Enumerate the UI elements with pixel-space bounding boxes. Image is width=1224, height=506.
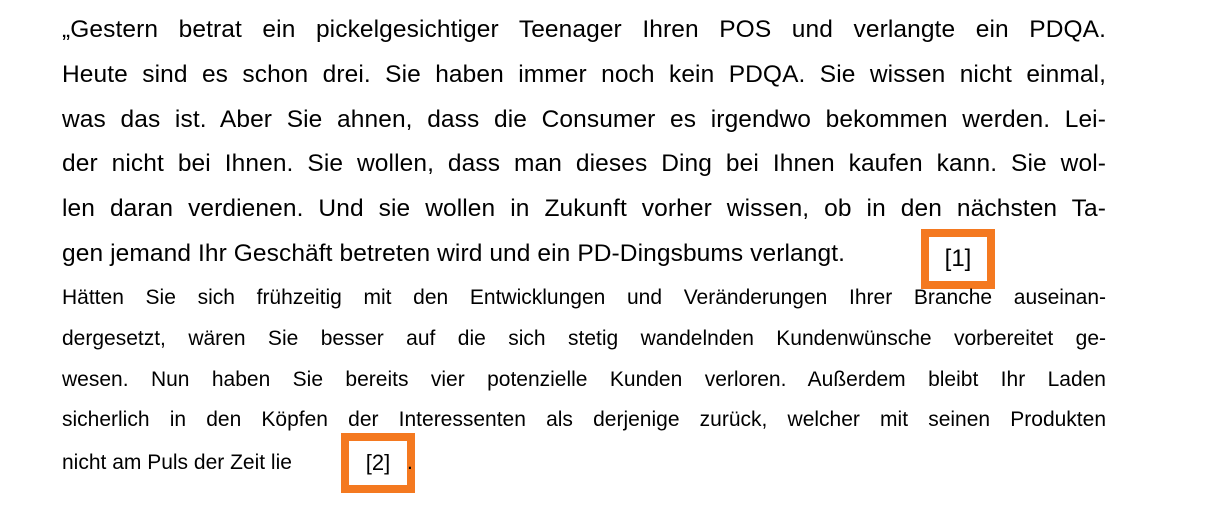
text-line: wesen. Nun haben Sie bereits vier potenz…	[62, 368, 1106, 391]
text-line: der nicht bei Ihnen. Sie wollen, dass ma…	[62, 150, 1106, 177]
text-line: nicht am Puls der Zeit lie	[62, 451, 292, 474]
text-line: „Gestern betrat ein pickelgesichtiger Te…	[62, 16, 1106, 43]
text-line: Hätten Sie sich frühzeitig mit den Entwi…	[62, 286, 1106, 309]
text-line: was das ist. Aber Sie ahnen, dass die Co…	[62, 106, 1106, 133]
sentence-end-period: .	[407, 451, 413, 474]
text-line: len daran verdienen. Und sie wollen in Z…	[62, 195, 1106, 222]
reference-marker-1: [1]	[921, 229, 995, 289]
text-line: dergesetzt, wären Sie besser auf die sic…	[62, 327, 1106, 350]
reference-marker-2: [2]	[341, 433, 415, 493]
document-page: „Gestern betrat ein pickelgesichtiger Te…	[0, 0, 1224, 506]
text-line: Heute sind es schon drei. Sie haben imme…	[62, 61, 1106, 88]
text-line: sicherlich in den Köpfen der Interessent…	[62, 408, 1106, 431]
